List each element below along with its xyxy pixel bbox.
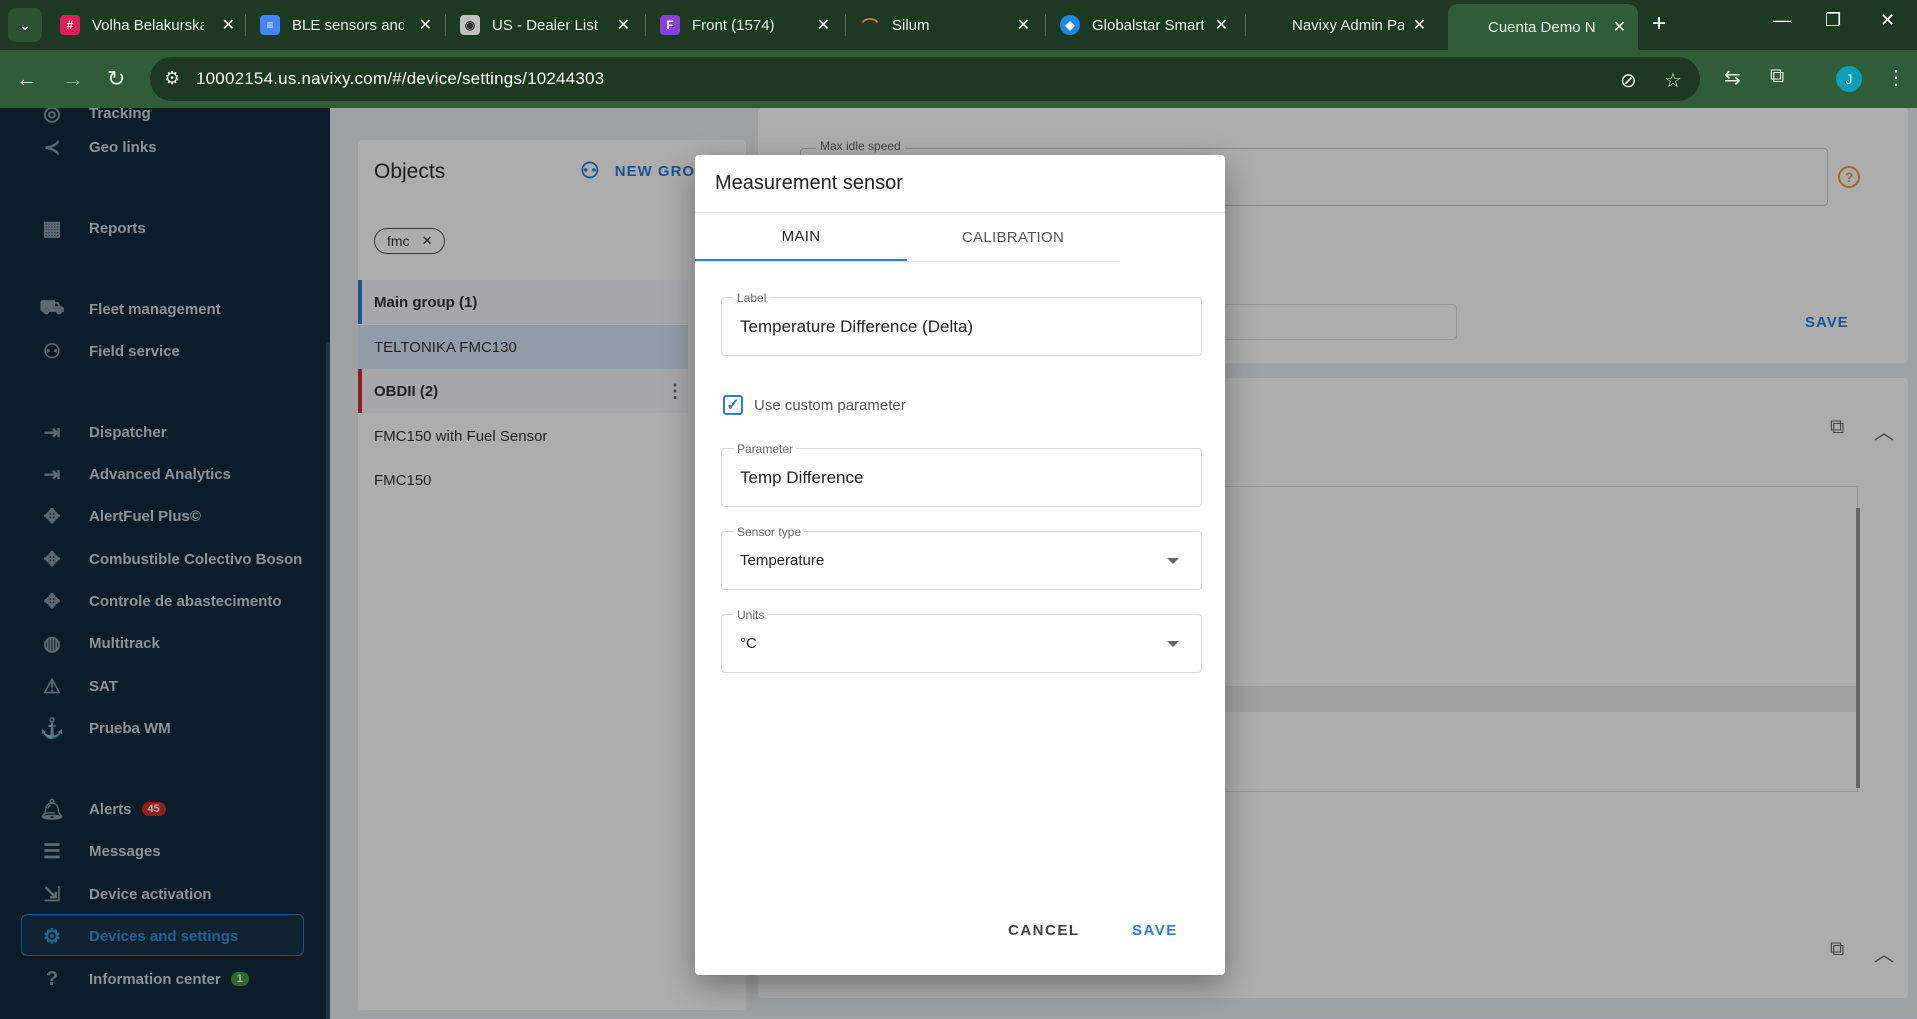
avatar[interactable]: J: [1836, 66, 1862, 92]
tab-title: Volha Belakurska: [92, 16, 204, 34]
eye-off-icon[interactable]: ⊘: [1620, 68, 1637, 93]
window-close-icon[interactable]: ✕: [1880, 10, 1895, 31]
translate-icon[interactable]: ⇆: [1724, 65, 1741, 90]
browser-tab[interactable]: F Front (1574) ✕: [660, 8, 830, 42]
tab-title: Navixy Admin Pa: [1292, 16, 1404, 34]
slack-icon: #: [60, 15, 80, 35]
field-label: Units: [734, 608, 768, 622]
field-value: °C: [740, 635, 757, 652]
close-icon[interactable]: ✕: [222, 15, 235, 35]
sensor-type-select[interactable]: Sensor type Temperature: [721, 525, 1202, 590]
use-custom-parameter-checkbox[interactable]: ✓: [723, 395, 743, 415]
browser-tab[interactable]: ◆ Globalstar Smart ✕: [1060, 8, 1228, 42]
site-info-icon[interactable]: ⚙: [164, 68, 180, 89]
restore-icon[interactable]: ❐: [1825, 10, 1841, 31]
tab-title: Silum: [892, 16, 930, 34]
tab-search-button[interactable]: ⌄: [8, 8, 42, 42]
browser-tab[interactable]: # Volha Belakurska ✕: [60, 8, 235, 42]
navixy-icon: [1456, 17, 1476, 37]
tab-title: US - Dealer List: [492, 16, 598, 34]
tab-title: Globalstar Smart: [1092, 16, 1204, 34]
parameter-field[interactable]: Parameter Temp Difference: [721, 442, 1202, 507]
more-vert-icon[interactable]: ⋮: [1886, 65, 1906, 90]
tab-main[interactable]: MAIN: [695, 213, 907, 261]
tab-calibration[interactable]: CALIBRATION: [907, 213, 1119, 261]
field-label: Parameter: [734, 442, 797, 456]
tab-title: Front (1574): [692, 16, 775, 34]
minimize-icon[interactable]: —: [1773, 10, 1791, 31]
field-label: Sensor type: [734, 525, 805, 539]
browser-tab[interactable]: ◉ US - Dealer List ✕: [460, 8, 630, 42]
close-icon[interactable]: ✕: [1017, 15, 1030, 35]
label-field[interactable]: Label Temperature Difference (Delta): [721, 291, 1202, 356]
field-value[interactable]: Temp Difference: [740, 468, 863, 488]
globalstar-icon: ◆: [1060, 15, 1080, 35]
browser-tabstrip: ⌄ # Volha Belakurska ✕ ≡ BLE sensors and…: [0, 0, 1917, 50]
reload-icon[interactable]: ↻: [107, 66, 125, 92]
checkbox-label[interactable]: Use custom parameter: [754, 397, 906, 414]
close-icon[interactable]: ✕: [817, 15, 830, 35]
dropdown-caret-icon[interactable]: [1167, 558, 1179, 564]
navixy-icon: [1260, 15, 1280, 35]
url-text[interactable]: 10002154.us.navixy.com/#/device/settings…: [196, 69, 604, 89]
extensions-icon[interactable]: ⧉: [1770, 65, 1784, 88]
star-icon[interactable]: ☆: [1664, 68, 1682, 93]
units-select[interactable]: Units °C: [721, 608, 1202, 673]
browser-tab[interactable]: ⌒ Silum ✕: [860, 8, 1030, 42]
browser-toolbar: ← → ↻ ⚙ 10002154.us.navixy.com/#/device/…: [0, 50, 1917, 108]
docs-icon: ≡: [260, 15, 280, 35]
close-icon[interactable]: ✕: [1413, 15, 1426, 35]
new-tab-button[interactable]: +: [1652, 10, 1666, 38]
close-icon[interactable]: ✕: [617, 15, 630, 35]
field-label: Label: [734, 291, 770, 305]
measurement-sensor-dialog: Measurement sensor MAIN CALIBRATION Labe…: [695, 155, 1225, 975]
forward-icon[interactable]: →: [62, 66, 84, 92]
save-button[interactable]: SAVE: [1132, 922, 1178, 939]
dialog-title: Measurement sensor: [715, 172, 903, 194]
tab-title: Cuenta Demo N: [1488, 18, 1596, 36]
field-value: Temperature: [740, 552, 825, 569]
front-icon: F: [660, 15, 680, 35]
silum-icon: ⌒: [861, 19, 878, 36]
dropdown-caret-icon[interactable]: [1167, 641, 1179, 647]
close-icon[interactable]: ✕: [1215, 15, 1228, 35]
close-icon[interactable]: ✕: [1613, 17, 1626, 37]
tab-title: BLE sensors and: [292, 16, 404, 34]
browser-tab[interactable]: ≡ BLE sensors and ✕: [260, 8, 432, 42]
stack-icon: ◉: [460, 15, 480, 35]
close-icon[interactable]: ✕: [419, 15, 432, 35]
address-bar[interactable]: ⚙ 10002154.us.navixy.com/#/device/settin…: [150, 57, 1700, 101]
back-icon[interactable]: ←: [16, 66, 38, 92]
browser-tab[interactable]: Navixy Admin Pa ✕: [1260, 8, 1426, 42]
browser-tab-active[interactable]: Cuenta Demo N ✕: [1448, 4, 1638, 50]
cancel-button[interactable]: CANCEL: [1008, 922, 1080, 939]
field-value[interactable]: Temperature Difference (Delta): [740, 317, 973, 337]
